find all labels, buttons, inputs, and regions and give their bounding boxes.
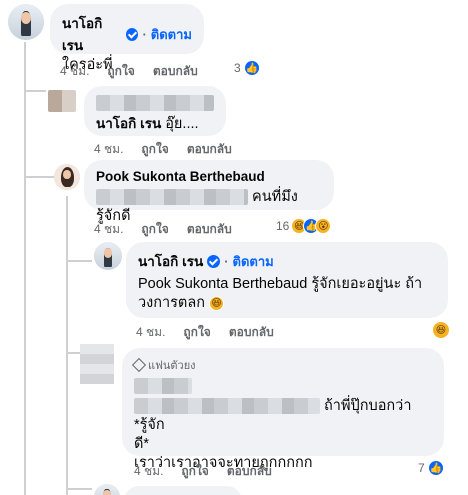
verified-icon	[126, 27, 139, 41]
like-button[interactable]: ถูกใจ	[141, 140, 168, 159]
comment-text-line: ดี*	[134, 436, 150, 452]
reply-button[interactable]: ตอบกลับ	[187, 140, 232, 159]
follow-button[interactable]: ติดตาม	[233, 251, 274, 272]
mention-link[interactable]: Pook Sukonta Berthebaud	[138, 276, 307, 292]
like-button[interactable]: ถูกใจ	[107, 62, 134, 81]
like-icon: 👍	[243, 60, 260, 76]
reply-button[interactable]: ตอบกลับ	[229, 323, 274, 342]
like-icon: 👍	[427, 460, 444, 476]
comment-text: อุ๊ย....	[165, 116, 199, 132]
reaction-summary[interactable]: 16 😆 👍 😮	[276, 218, 332, 234]
separator: ·	[224, 253, 229, 269]
reaction-count: 16	[276, 219, 290, 233]
timestamp[interactable]: 4 ชม.	[136, 323, 165, 342]
avatar[interactable]	[94, 484, 120, 495]
reply-button[interactable]: ตอบกลับ	[187, 220, 232, 239]
comment-actions: 4 ชม. ถูกใจ ตอบกลับ	[94, 220, 250, 239]
comment-bubble: นาโอกิ เรน · ติดตาม ใครอ่ะพี่	[50, 4, 204, 73]
comment-author[interactable]: Pook Sukonta Berthebaud	[96, 169, 265, 184]
comment-bubble: นาโอกิ เรน · ติดตาม Pook Sukonta Bertheb…	[126, 242, 448, 318]
author-name[interactable]: นาโอกิ เรน	[138, 250, 203, 272]
reaction-summary[interactable]: 7 👍	[418, 460, 444, 476]
thread-line-curve-4	[66, 352, 80, 354]
comment-bubble: Pook Sukonta Berthebaud คนที่มึงรู้จักดี	[84, 160, 334, 224]
haha-icon: 😆	[432, 321, 450, 339]
comment-bubble: แฟนตัวยง ถ้าพี่ปุ๊กบอกว่า *รู้จัก ดี* เร…	[122, 348, 444, 471]
like-button[interactable]: ถูกใจ	[141, 220, 168, 239]
haha-icon: 😆	[209, 295, 225, 311]
reaction-summary[interactable]: 😆	[432, 321, 450, 339]
verified-icon	[207, 254, 221, 268]
author-name[interactable]: นาโอกิ เรน	[62, 12, 122, 56]
like-button[interactable]: ถูกใจ	[181, 462, 208, 481]
thread-line-main	[24, 42, 26, 495]
comment-actions: 4 ชม. ถูกใจ ตอบกลับ	[134, 462, 290, 481]
comment-actions: 4 ชม. ถูกใจ ตอบกลับ	[94, 140, 250, 159]
badge-label: แฟนตัวยง	[148, 360, 196, 372]
timestamp[interactable]: 4 ชม.	[60, 62, 89, 81]
thread-line-curve-1	[24, 90, 46, 92]
avatar[interactable]	[94, 242, 122, 270]
thread-line-sub	[66, 196, 68, 495]
comment-author[interactable]: นาโอกิ เรน · ติดตาม	[62, 12, 192, 56]
redacted-text	[134, 398, 320, 415]
mention-author[interactable]: นาโอกิ เรน	[96, 114, 161, 133]
timestamp[interactable]: 4 ชม.	[94, 220, 123, 239]
avatar[interactable]	[54, 164, 80, 190]
redacted-name	[96, 94, 214, 111]
like-button[interactable]: ถูกใจ	[183, 323, 210, 342]
comment-actions: 4 ชม. ถูกใจ ตอบกลับ	[60, 62, 216, 81]
avatar[interactable]	[8, 4, 44, 40]
thread-line-curve-2	[24, 176, 54, 178]
comment-actions: 4 ชม. ถูกใจ ตอบกลับ	[136, 323, 292, 342]
timestamp[interactable]: 4 ชม.	[94, 140, 123, 159]
redacted-name	[134, 377, 192, 394]
redacted-text	[96, 189, 248, 206]
thread-line-curve-3	[66, 260, 92, 262]
reply-button[interactable]: ตอบกลับ	[153, 62, 198, 81]
wow-icon: 😮	[315, 218, 332, 234]
reply-button[interactable]: ตอบกลับ	[227, 462, 272, 481]
reaction-summary[interactable]: 3 👍	[234, 60, 260, 76]
reaction-count: 7	[418, 461, 425, 475]
separator: ·	[142, 26, 147, 42]
timestamp[interactable]: 4 ชม.	[134, 462, 163, 481]
comment-bubble: นาโอกิ เรน อุ๊ย....	[84, 86, 226, 136]
comment-author[interactable]: นาโอกิ เรน · ติดตาม	[138, 250, 274, 272]
follow-button[interactable]: ติดตาม	[151, 24, 192, 45]
comment-bubble	[124, 486, 242, 495]
top-fan-badge: แฟนตัวยง	[131, 356, 432, 374]
thread-line-curve-5	[66, 488, 92, 490]
avatar[interactable]	[80, 344, 114, 384]
reaction-count: 3	[234, 61, 241, 75]
diamond-icon	[131, 357, 147, 373]
avatar[interactable]	[48, 90, 76, 112]
